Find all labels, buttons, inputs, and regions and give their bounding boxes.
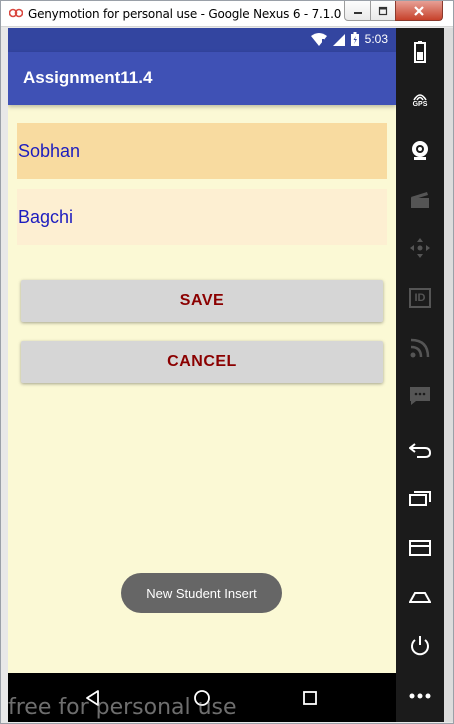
status-clock: 5:03	[364, 32, 388, 46]
genymotion-toolbar: GPS ID	[396, 28, 444, 722]
close-icon	[414, 5, 424, 16]
toast-message: New Student Insert	[121, 573, 282, 613]
camera-widget-button[interactable]	[408, 138, 432, 162]
first-name-field[interactable]: Sobhan	[17, 123, 387, 179]
id-label: ID	[414, 292, 426, 304]
recents-icon	[409, 491, 431, 506]
video-icon	[411, 192, 429, 208]
save-button[interactable]: SAVE	[21, 280, 383, 322]
signal-icon	[332, 33, 345, 46]
emulator-window: Genymotion for personal use - Google Nex…	[0, 0, 454, 724]
action-bar: Assignment11.4	[8, 52, 396, 105]
sidebar-power-button[interactable]	[408, 634, 432, 658]
more-icon	[409, 693, 431, 699]
nav-back-button[interactable]	[80, 685, 106, 711]
sidebar-home-button[interactable]	[408, 584, 432, 608]
sms-icon	[410, 387, 430, 405]
battery-widget-button[interactable]	[408, 40, 432, 64]
minimize-button[interactable]	[344, 1, 371, 21]
gps-widget-button[interactable]: GPS	[408, 88, 432, 112]
home-icon	[409, 592, 431, 603]
network-widget-button[interactable]	[408, 336, 432, 360]
sms-widget-button[interactable]	[408, 384, 432, 408]
battery-icon	[414, 41, 426, 63]
close-button[interactable]	[395, 1, 443, 21]
device-screen: 5:03 Assignment11.4 Sobhan Bagchi SAVE C…	[8, 28, 396, 722]
window-border	[444, 28, 453, 722]
nav-recents-button[interactable]	[297, 685, 323, 711]
last-name-field[interactable]: Bagchi	[17, 189, 387, 245]
camera-icon	[412, 141, 428, 160]
rss-icon	[410, 338, 430, 358]
maximize-icon	[378, 6, 388, 15]
sidebar-recents-button[interactable]	[408, 486, 432, 510]
maximize-button[interactable]	[370, 1, 396, 21]
genymotion-logo-icon	[9, 8, 23, 18]
nav-home-button[interactable]	[189, 685, 215, 711]
id-widget-button[interactable]: ID	[408, 286, 432, 310]
capture-widget-button[interactable]	[408, 188, 432, 212]
gps-icon: GPS	[412, 92, 428, 108]
sidebar-more-button[interactable]	[408, 684, 432, 708]
menu-icon	[409, 540, 431, 556]
app-title: Assignment11.4	[23, 68, 153, 87]
sidebar-menu-button[interactable]	[408, 536, 432, 560]
cancel-button[interactable]: CANCEL	[21, 341, 383, 383]
window-title: Genymotion for personal use - Google Nex…	[28, 7, 364, 21]
sidebar-back-button[interactable]	[408, 438, 432, 462]
dpad-widget-button[interactable]	[408, 236, 432, 260]
wifi-icon	[310, 32, 327, 46]
battery-icon	[350, 32, 359, 46]
dpad-icon	[410, 238, 430, 258]
recents-icon	[303, 691, 317, 705]
status-bar: 5:03	[8, 28, 396, 52]
navigation-bar	[8, 673, 396, 722]
back-icon	[409, 443, 431, 458]
minimize-icon	[353, 11, 362, 14]
back-icon	[86, 690, 99, 706]
window-titlebar[interactable]: Genymotion for personal use - Google Nex…	[1, 1, 453, 27]
gps-label: GPS	[412, 101, 428, 108]
id-icon: ID	[409, 288, 431, 308]
power-icon	[411, 636, 429, 656]
home-icon	[194, 690, 210, 706]
